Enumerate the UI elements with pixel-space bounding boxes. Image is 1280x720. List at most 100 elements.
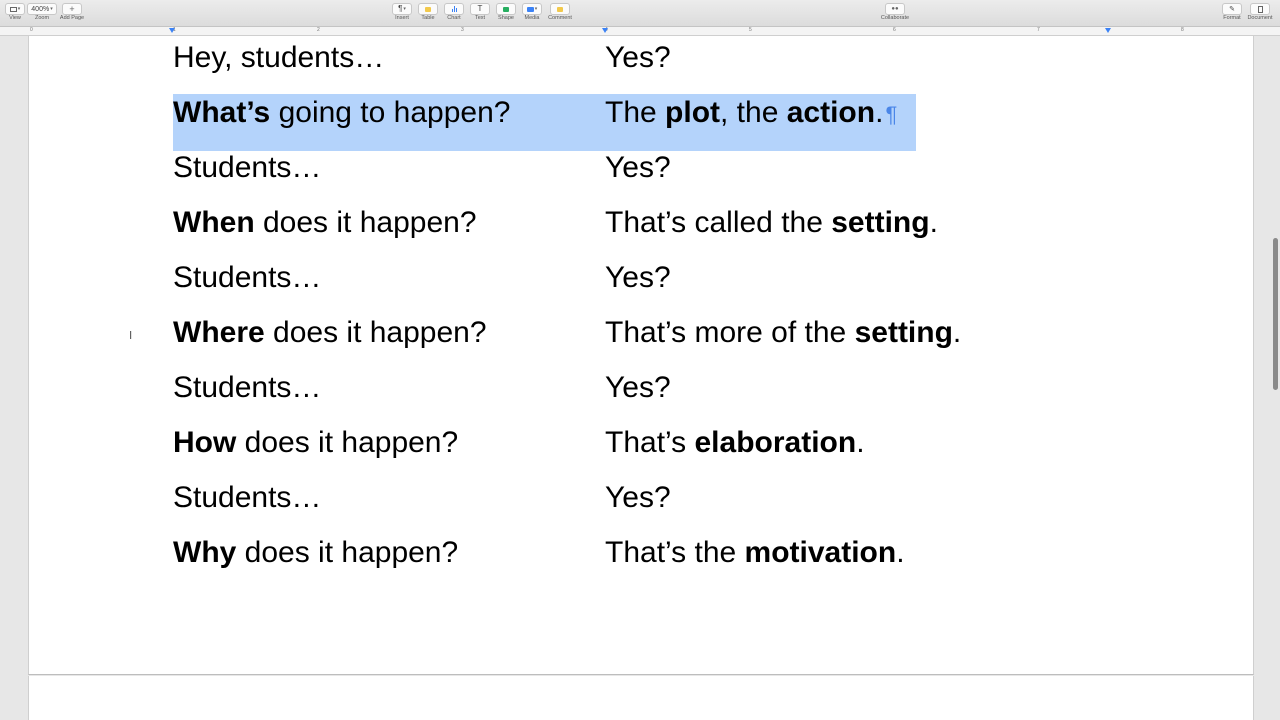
- chevron-down-icon: ▾: [403, 5, 406, 12]
- document-paragraph[interactable]: How does it happen? That’s elaboration.: [173, 421, 1073, 476]
- document-paragraph[interactable]: Students… Yes?: [173, 256, 1073, 311]
- add-page-control[interactable]: + Add Page: [56, 3, 88, 22]
- bold-text-run: When: [173, 206, 255, 239]
- bold-text-run: plot: [665, 96, 721, 129]
- table-button[interactable]: [418, 3, 438, 15]
- text-run: That’s the: [605, 536, 745, 569]
- chart-button[interactable]: [444, 3, 464, 15]
- document-label: Document: [1247, 15, 1273, 21]
- document-icon: [1257, 5, 1263, 13]
- text-run: Hey, students…: [173, 41, 385, 74]
- text-run: .: [929, 206, 938, 239]
- answer-text: That’s more of the setting.: [605, 311, 961, 355]
- add-page-label: Add Page: [59, 15, 85, 21]
- document-paragraph[interactable]: Where does it happen? That’s more of the …: [173, 311, 1073, 366]
- media-button[interactable]: ▾: [522, 3, 542, 15]
- answer-text: That’s the motivation.: [605, 531, 905, 575]
- text-run: The: [605, 96, 666, 129]
- text-T-icon: T: [477, 4, 483, 13]
- format-button[interactable]: ✎: [1222, 3, 1242, 15]
- table-label: Table: [421, 15, 435, 21]
- comment-label: Comment: [548, 15, 572, 21]
- tab-stop-marker[interactable]: [602, 28, 608, 33]
- text-run: Students…: [173, 261, 322, 294]
- comment-control[interactable]: Comment: [544, 3, 576, 22]
- text-run: Yes?: [605, 481, 671, 514]
- bold-text-run: setting: [854, 316, 953, 349]
- answer-text: Yes?: [605, 256, 671, 300]
- bar-chart-icon: [451, 6, 457, 12]
- insert-button[interactable]: ¶ ▾: [392, 3, 412, 15]
- document-paragraph[interactable]: What’s going to happen? The plot, the act…: [173, 91, 1073, 146]
- answer-text: That’s elaboration.: [605, 421, 865, 465]
- next-document-page[interactable]: [28, 676, 1254, 720]
- document-button[interactable]: [1250, 3, 1270, 15]
- text-run: .: [952, 316, 962, 349]
- paragraph-mark-icon: ¶: [885, 102, 898, 127]
- answer-text: That’s called the setting.: [605, 201, 938, 245]
- text-run: .: [896, 536, 905, 569]
- text-run: That’s more of the: [605, 316, 855, 349]
- bold-text-run: How: [173, 426, 237, 459]
- document-page[interactable]: Hey, students… Yes? What’s going to happen…: [28, 36, 1254, 675]
- add-page-button[interactable]: +: [62, 3, 82, 15]
- document-control[interactable]: Document: [1244, 3, 1276, 22]
- collaborate-button[interactable]: ●●: [885, 3, 905, 15]
- left-indent-marker[interactable]: [169, 28, 175, 33]
- pilcrow-icon: ¶: [398, 4, 403, 13]
- sidebar-icon: [9, 6, 17, 12]
- shape-button[interactable]: [496, 3, 516, 15]
- zoom-select[interactable]: 400% ▾: [27, 3, 57, 15]
- chevron-down-icon: ▾: [50, 5, 53, 12]
- view-button[interactable]: ▾: [5, 3, 25, 15]
- answer-text: Yes?: [605, 36, 671, 80]
- text-run: going to happen?: [270, 96, 511, 129]
- collaborate-control[interactable]: ●● Collaborate: [879, 3, 911, 22]
- right-indent-marker[interactable]: [1105, 28, 1111, 33]
- text-button[interactable]: T: [470, 3, 490, 15]
- vertical-scrollbar[interactable]: [1270, 36, 1280, 720]
- question-text: Hey, students…: [173, 36, 384, 80]
- answer-text: Yes?: [605, 146, 671, 190]
- insert-label: Insert: [395, 15, 409, 21]
- scrollbar-thumb[interactable]: [1273, 238, 1278, 390]
- document-paragraph[interactable]: When does it happen? That’s called the se…: [173, 201, 1073, 256]
- table-icon: [425, 6, 431, 12]
- bold-text-run: Why: [173, 536, 237, 569]
- ruler[interactable]: 0 1 2 3 4 5 6 7 8: [0, 27, 1280, 36]
- shape-label: Shape: [498, 15, 514, 21]
- document-paragraph[interactable]: Students… Yes?: [173, 146, 1073, 201]
- zoom-value: 400%: [31, 5, 50, 13]
- text-run: does it happen?: [236, 426, 459, 459]
- question-text: Students…: [173, 146, 321, 190]
- text-run: Students…: [173, 371, 322, 404]
- document-paragraph[interactable]: Students… Yes?: [173, 476, 1073, 531]
- comment-icon: [557, 6, 563, 12]
- bold-text-run: What’s: [173, 96, 271, 129]
- question-text: Why does it happen?: [173, 531, 458, 575]
- document-paragraph[interactable]: Students… Yes?: [173, 366, 1073, 421]
- zoom-control[interactable]: 400% ▾ Zoom: [26, 3, 58, 22]
- comment-button[interactable]: [550, 3, 570, 15]
- text-run: Yes?: [605, 371, 671, 404]
- document-paragraph[interactable]: Hey, students… Yes?: [173, 36, 1073, 91]
- image-icon: [526, 6, 534, 12]
- text-run: Students…: [173, 151, 322, 184]
- collaborate-icon: ●●: [891, 6, 899, 12]
- ruler-number: 0: [30, 27, 33, 33]
- ruler-number: 3: [461, 27, 464, 33]
- text-run: .: [856, 426, 865, 459]
- ruler-number: 5: [749, 27, 752, 33]
- ruler-number: 2: [317, 27, 320, 33]
- text-label: Text: [474, 15, 486, 21]
- answer-text: Yes?: [605, 476, 671, 520]
- document-paragraph[interactable]: Why does it happen? That’s the motivation…: [173, 531, 1073, 586]
- bold-text-run: motivation: [744, 536, 897, 569]
- text-run: does it happen?: [264, 316, 487, 349]
- text-run: That’s called the: [605, 206, 832, 239]
- question-text: Students…: [173, 366, 321, 410]
- media-label: Media: [524, 15, 540, 21]
- text-run: , the: [720, 96, 787, 129]
- ruler-number: 6: [893, 27, 896, 33]
- text-run: Students…: [173, 481, 322, 514]
